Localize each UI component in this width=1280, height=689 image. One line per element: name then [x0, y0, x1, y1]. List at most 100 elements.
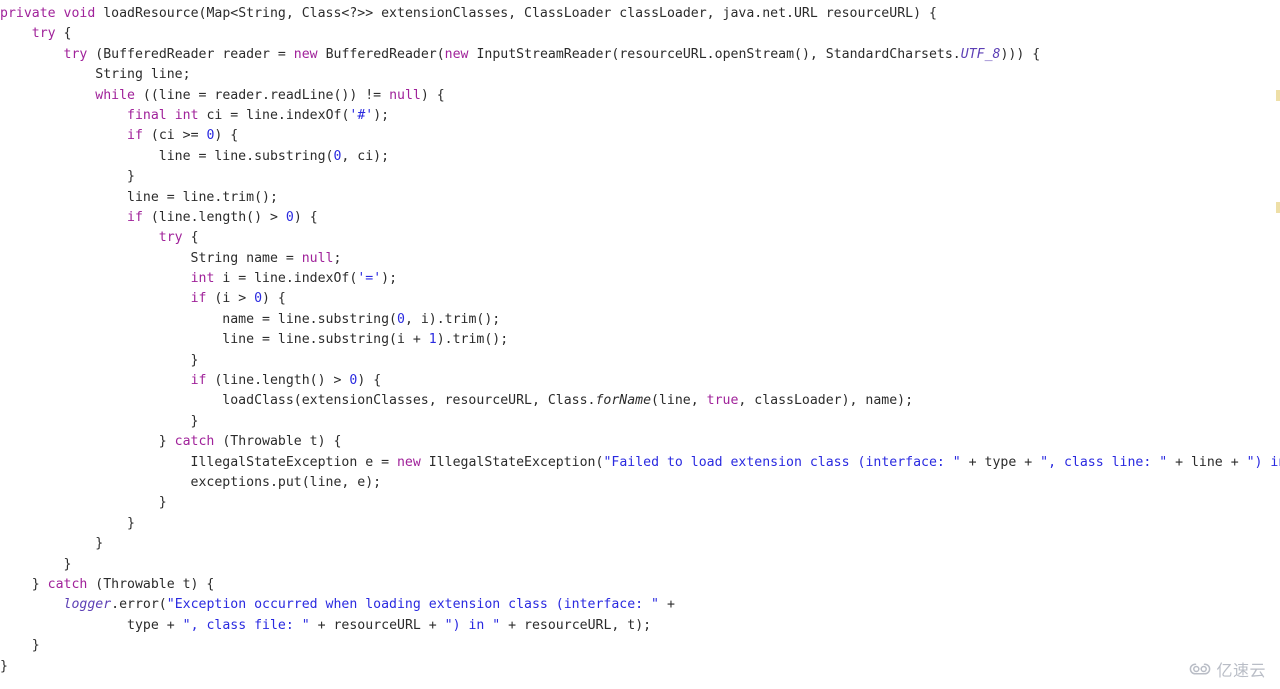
code-line: }	[0, 657, 1280, 677]
code-token: line = line.substring(	[0, 148, 334, 164]
code-line: }	[0, 555, 1280, 575]
code-token: }	[0, 556, 72, 572]
code-token: 0	[396, 311, 405, 327]
code-token: IllegalStateException(	[420, 454, 604, 470]
code-token: ).trim();	[436, 332, 509, 348]
code-token: (Throwable t) {	[214, 434, 342, 450]
code-line: line = line.trim();	[0, 188, 1280, 208]
code-token: );	[381, 271, 398, 287]
code-viewer[interactable]: private void loadResource(Map<String, Cl…	[0, 0, 1280, 689]
code-token: ) {	[420, 87, 445, 103]
code-token: null	[301, 250, 334, 266]
code-line: type + ", class file: " + resourceURL + …	[0, 616, 1280, 636]
code-token: loadResource(Map<String, Class<?>> exten…	[95, 6, 937, 21]
code-token: null	[389, 87, 421, 103]
code-token: (Throwable t) {	[87, 576, 215, 592]
code-line: loadClass(extensionClasses, resourceURL,…	[0, 391, 1280, 411]
code-token: final	[127, 107, 167, 123]
code-line: }	[0, 534, 1280, 554]
edge-marker	[1276, 202, 1280, 213]
code-token: forName	[595, 393, 652, 409]
code-line: IllegalStateException e = new IllegalSta…	[0, 453, 1280, 473]
code-line: } catch (Throwable t) {	[0, 575, 1280, 595]
code-line: try {	[0, 228, 1280, 248]
code-token: (line.length() >	[206, 373, 350, 389]
cloud-logo-icon	[1189, 662, 1211, 676]
code-line: private void loadResource(Map<String, Cl…	[0, 4, 1280, 24]
code-token: line = line.substring(i +	[0, 332, 429, 348]
code-token: try	[158, 230, 183, 246]
code-token: (line,	[651, 393, 707, 409]
code-token: }	[0, 658, 8, 674]
code-token: }	[0, 169, 135, 185]
source-code-block[interactable]: private void loadResource(Map<String, Cl…	[0, 0, 1280, 677]
code-token: ) {	[262, 291, 286, 307]
code-token: int	[174, 107, 199, 123]
code-line: if (line.length() > 0) {	[0, 371, 1280, 391]
code-token: ", class line: "	[1040, 454, 1168, 470]
code-token: );	[373, 107, 390, 123]
code-token: ;	[333, 250, 342, 266]
code-line: exceptions.put(line, e);	[0, 473, 1280, 493]
code-token: ") in "	[1246, 454, 1280, 470]
code-token: {	[55, 26, 72, 42]
code-token: if	[127, 128, 143, 144]
code-line: line = line.substring(0, ci);	[0, 147, 1280, 167]
code-token: +	[659, 597, 675, 613]
code-line: line = line.substring(i + 1).trim();	[0, 330, 1280, 350]
code-line: try {	[0, 24, 1280, 44]
code-line: final int ci = line.indexOf('#');	[0, 106, 1280, 126]
code-token: catch	[174, 434, 215, 450]
code-token: loadClass(extensionClasses, resourceURL,…	[0, 393, 596, 409]
code-token: line = line.trim();	[0, 189, 278, 205]
code-token: catch	[47, 576, 88, 592]
code-token: private	[0, 6, 56, 21]
code-token: }	[0, 495, 167, 511]
code-token: 0	[285, 209, 294, 225]
code-token: while	[95, 87, 135, 103]
code-line: logger.error("Exception occurred when lo…	[0, 595, 1280, 615]
code-line: }	[0, 493, 1280, 513]
code-line: }	[0, 514, 1280, 534]
code-token: ) {	[357, 373, 382, 389]
code-token: UTF_8	[960, 46, 1001, 62]
code-token: }	[0, 413, 199, 429]
code-token: }	[0, 515, 135, 531]
code-token: }	[0, 536, 104, 552]
code-token: ") in "	[444, 617, 501, 633]
code-line: int i = line.indexOf('=');	[0, 269, 1280, 289]
code-line: if (ci >= 0) {	[0, 126, 1280, 146]
code-line: try (BufferedReader reader = new Buffere…	[0, 45, 1280, 65]
code-token: String name =	[0, 250, 302, 266]
code-token: ) {	[293, 209, 318, 225]
watermark-text: 亿速云	[1216, 661, 1266, 680]
code-token: type +	[0, 617, 183, 633]
code-token: i = line.indexOf(	[214, 271, 358, 287]
code-token: if	[190, 373, 207, 389]
code-token: void	[63, 6, 96, 21]
code-line: }	[0, 636, 1280, 656]
code-token: "Exception occurred when loading extensi…	[166, 597, 660, 613]
code-token: ))) {	[1000, 46, 1041, 62]
code-token: logger	[63, 597, 112, 613]
code-token: }	[0, 434, 175, 450]
code-token: }	[0, 638, 40, 654]
code-token: IllegalStateException e =	[0, 454, 397, 470]
code-token: {	[182, 230, 199, 246]
code-line: String name = null;	[0, 249, 1280, 269]
code-line: while ((line = reader.readLine()) != nul…	[0, 86, 1280, 106]
code-line: }	[0, 412, 1280, 432]
code-token: String line;	[0, 67, 191, 83]
code-token: try	[31, 26, 56, 42]
code-token: (BufferedReader reader =	[87, 46, 294, 62]
code-token: name = line.substring(	[0, 311, 397, 327]
